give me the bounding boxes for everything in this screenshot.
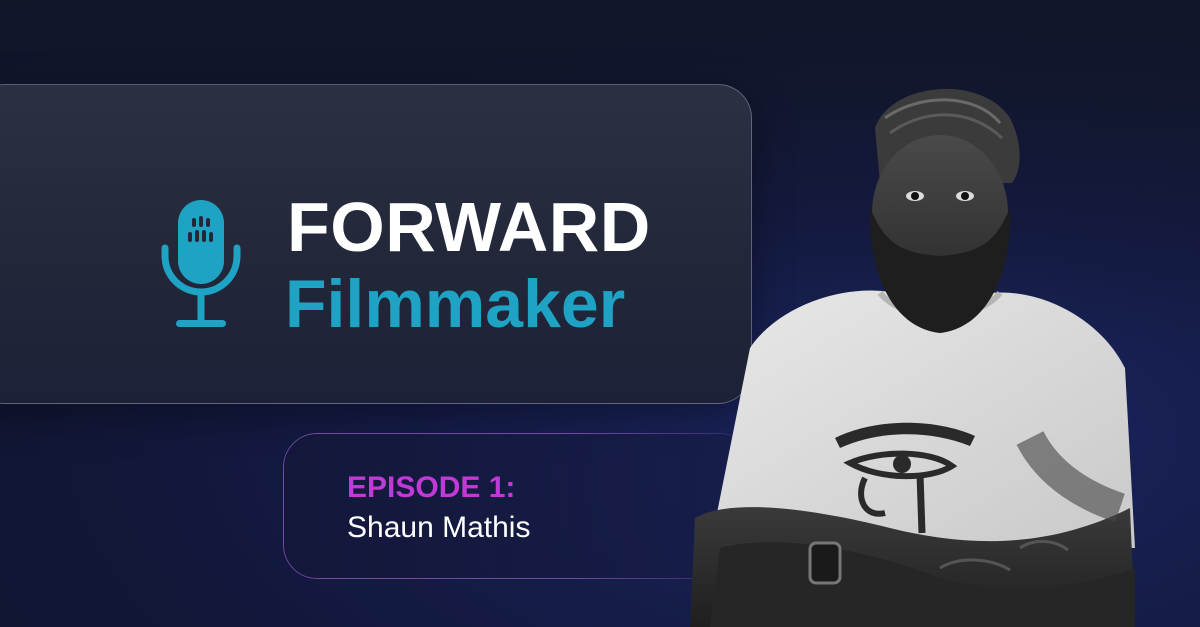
episode-card-border [283, 433, 753, 579]
guest-portrait [690, 88, 1135, 627]
episode-label: EPISODE 1: [347, 471, 516, 504]
microphone-icon [161, 200, 241, 327]
podcast-title-forward: FORWARD [287, 188, 651, 266]
guest-name: Shaun Mathis [347, 511, 531, 544]
podcast-title-filmmaker: Filmmaker [285, 266, 626, 342]
